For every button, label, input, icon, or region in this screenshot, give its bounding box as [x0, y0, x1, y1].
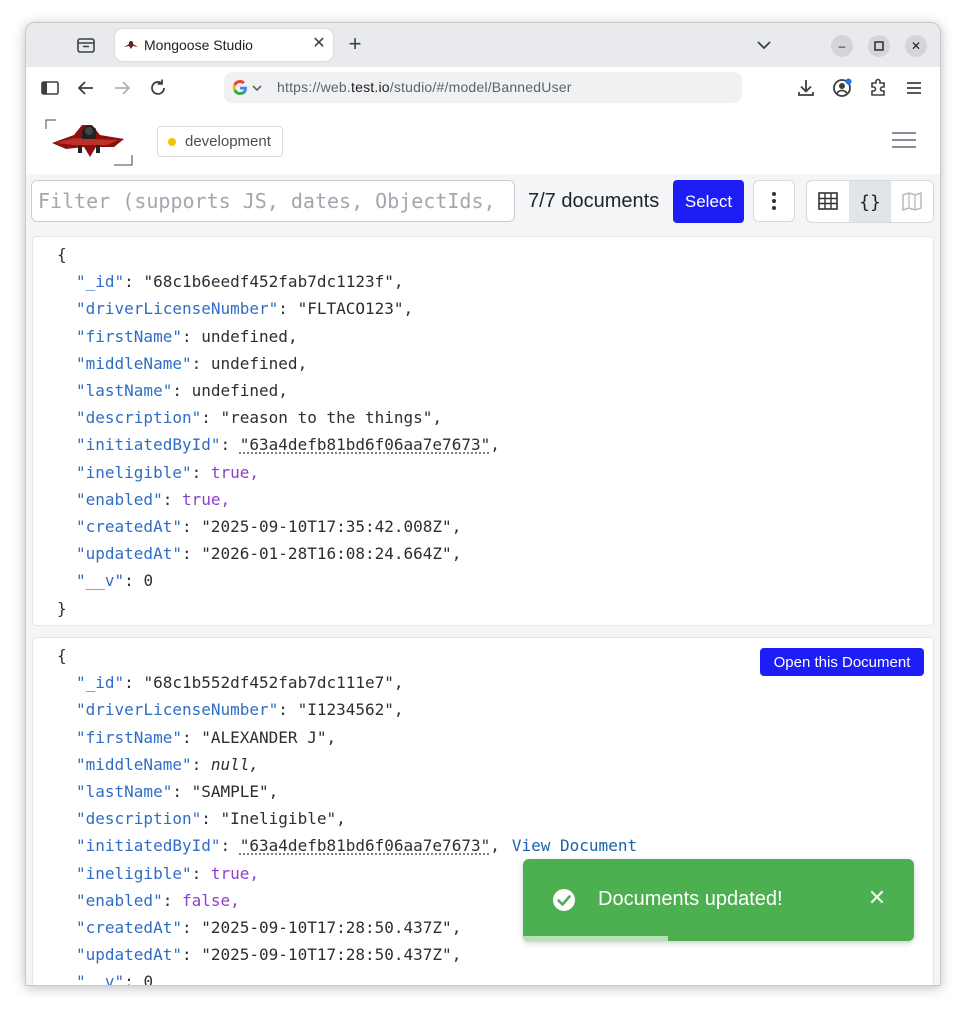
- json-field: "driverLicenseNumber": "I1234562",: [76, 700, 404, 719]
- google-icon: [232, 80, 247, 95]
- filter-bar: 7/7 documents Select {}: [26, 174, 940, 232]
- sidebar-icon[interactable]: [39, 77, 61, 99]
- json-field: "createdAt": "2025-09-10T17:35:42.008Z",: [76, 517, 462, 536]
- environment-badge: development: [157, 126, 283, 157]
- json-field: "description": "reason to the things",: [76, 408, 443, 427]
- json-field: "middleName": null,: [76, 755, 260, 774]
- braces-icon: {}: [859, 192, 881, 213]
- address-bar[interactable]: https://web.test.io/studio/#/model/Banne…: [224, 72, 742, 103]
- chevron-down-icon[interactable]: [252, 84, 262, 92]
- filter-input[interactable]: [31, 180, 515, 222]
- close-icon[interactable]: ✕: [309, 34, 329, 54]
- object-id-link[interactable]: "63a4defb81bd6f06aa7e7673": [240, 435, 490, 454]
- map-view-button[interactable]: [891, 181, 933, 222]
- menu-icon[interactable]: [903, 77, 925, 99]
- json-field: "updatedAt": "2026-01-28T16:08:24.664Z",: [76, 544, 462, 563]
- json-field: "lastName": "SAMPLE",: [76, 782, 279, 801]
- json-field: "createdAt": "2025-09-10T17:28:50.437Z",: [76, 918, 462, 937]
- plus-icon[interactable]: +: [344, 33, 366, 56]
- toast-progress-bar: [523, 936, 668, 941]
- json-field: "initiatedById": "63a4defb81bd6f06aa7e76…: [76, 836, 638, 855]
- json-view-button[interactable]: {}: [849, 181, 891, 222]
- close-icon[interactable]: ✕: [867, 887, 887, 909]
- json-field: "_id": "68c1b552df452fab7dc111e7",: [76, 673, 404, 692]
- mongoose-studio-logo[interactable]: [44, 117, 134, 167]
- kebab-icon: [772, 192, 776, 210]
- minimize-button[interactable]: –: [831, 35, 853, 57]
- open-document-button[interactable]: Open this Document: [760, 648, 924, 676]
- hamburger-menu-icon[interactable]: [892, 132, 916, 150]
- check-circle-icon: [553, 889, 575, 911]
- forward-arrow-icon[interactable]: [111, 77, 133, 99]
- json-close-brace: }: [57, 599, 67, 618]
- json-field: "middleName": undefined,: [76, 354, 308, 373]
- json-field: "initiatedById": "63a4defb81bd6f06aa7e76…: [76, 435, 500, 454]
- tab-mongoose-studio[interactable]: Mongoose Studio ✕: [115, 29, 333, 61]
- tab-group-icon[interactable]: [76, 36, 96, 54]
- tab-title: Mongoose Studio: [144, 37, 253, 53]
- environment-label: development: [185, 133, 271, 150]
- view-document-link[interactable]: View Document: [512, 836, 637, 855]
- tab-strip: Mongoose Studio ✕ + – ✕: [26, 23, 940, 67]
- select-button[interactable]: Select: [673, 180, 744, 223]
- puzzle-icon[interactable]: [867, 77, 889, 99]
- json-field: "__v": 0: [76, 571, 154, 590]
- table-view-button[interactable]: [807, 181, 849, 222]
- chevron-down-icon[interactable]: [754, 36, 774, 54]
- browser-toolbar: https://web.test.io/studio/#/model/Banne…: [26, 67, 940, 110]
- json-field: "ineligible": true,: [76, 463, 260, 482]
- document-count: 7/7 documents: [528, 190, 660, 212]
- json-field: "firstName": "ALEXANDER J",: [76, 728, 337, 747]
- status-dot: [168, 138, 176, 146]
- more-options-button[interactable]: [753, 180, 795, 222]
- maximize-button[interactable]: [868, 35, 890, 57]
- toast-notification: Documents updated! ✕: [523, 859, 914, 941]
- svg-text:{}: {}: [859, 192, 881, 213]
- json-field: "firstName": undefined,: [76, 327, 298, 346]
- json-field: "__v": 0: [76, 972, 154, 985]
- json-field: "description": "Ineligible",: [76, 809, 346, 828]
- json-field: "_id": "68c1b6eedf452fab7dc1123f",: [76, 272, 404, 291]
- json-field: "ineligible": true,: [76, 864, 260, 883]
- document-card[interactable]: { "_id": "68c1b6eedf452fab7dc1123f", "dr…: [32, 236, 934, 626]
- browser-window: Mongoose Studio ✕ + – ✕ https://web.test…: [25, 22, 941, 986]
- json-field: "driverLicenseNumber": "FLTACO123",: [76, 299, 414, 318]
- url-text: https://web.test.io/studio/#/model/Banne…: [277, 79, 572, 95]
- profile-icon[interactable]: [831, 77, 853, 99]
- json-field: "enabled": false,: [76, 891, 240, 910]
- download-icon[interactable]: [795, 77, 817, 99]
- toast-message: Documents updated!: [598, 888, 783, 910]
- app-header: development: [26, 109, 940, 175]
- table-icon: [818, 192, 838, 210]
- view-mode-toggle: {}: [806, 180, 934, 223]
- map-icon: [902, 191, 922, 212]
- reload-icon[interactable]: [147, 77, 169, 99]
- json-field: "updatedAt": "2025-09-10T17:28:50.437Z",: [76, 945, 462, 964]
- back-arrow-icon[interactable]: [75, 77, 97, 99]
- json-field: "lastName": undefined,: [76, 381, 288, 400]
- window-close-button[interactable]: ✕: [905, 35, 927, 57]
- json-open-brace: {: [57, 646, 67, 665]
- json-open-brace: {: [57, 245, 67, 264]
- object-id-link[interactable]: "63a4defb81bd6f06aa7e7673": [240, 836, 490, 855]
- mongoose-favicon: [124, 41, 138, 49]
- json-field: "enabled": true,: [76, 490, 231, 509]
